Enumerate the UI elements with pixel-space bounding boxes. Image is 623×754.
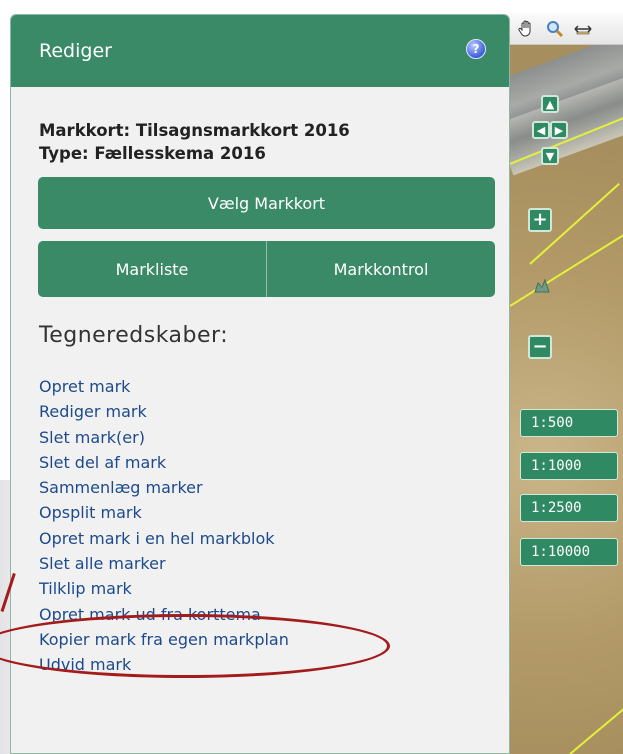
list-control-button-group: Markliste Markkontrol — [38, 241, 495, 297]
scale-button-1000[interactable]: 1:1000 — [520, 452, 618, 480]
zoom-magnifier-icon[interactable] — [544, 18, 566, 40]
tool-rediger-mark[interactable]: Rediger mark — [39, 399, 289, 424]
scale-button-10000[interactable]: 1:10000 — [520, 538, 618, 566]
field-boundary-line — [510, 230, 623, 307]
tool-opsplit-mark[interactable]: Opsplit mark — [39, 500, 289, 525]
zoom-out-button[interactable]: − — [528, 335, 552, 359]
tool-slet-del-af-mark[interactable]: Slet del af mark — [39, 450, 289, 475]
zoom-level-indicator-icon[interactable] — [532, 275, 550, 293]
help-icon[interactable]: ? — [466, 39, 486, 59]
markkort-info: Markkort: Tilsagnsmarkkort 2016 Type: Fæ… — [39, 119, 350, 165]
panel-header: Rediger ? — [11, 15, 509, 87]
select-markkort-button[interactable]: Vælg Markkort — [38, 177, 495, 229]
panel-title: Rediger — [39, 40, 112, 62]
tool-opret-mark-markblok[interactable]: Opret mark i en hel markblok — [39, 526, 289, 551]
measure-icon[interactable] — [572, 18, 594, 40]
tools-heading: Tegneredskaber: — [39, 323, 229, 348]
markkort-label: Markkort: Tilsagnsmarkkort 2016 — [39, 121, 350, 140]
map-view[interactable]: ▲ ◀ ▶ ▼ + − 1:500 1:1000 1:2500 1:10000 — [510, 13, 623, 754]
tool-sammenlaeg-marker[interactable]: Sammenlæg marker — [39, 475, 289, 500]
pan-control: ▲ ◀ ▶ ▼ — [524, 95, 576, 181]
field-boundary-line — [569, 701, 623, 754]
zoom-in-button[interactable]: + — [528, 208, 552, 232]
markkontrol-button[interactable]: Markkontrol — [266, 241, 495, 297]
pan-up-icon[interactable]: ▲ — [541, 95, 559, 113]
markliste-button[interactable]: Markliste — [38, 241, 266, 297]
map-toolbar — [510, 13, 623, 45]
scale-button-2500[interactable]: 1:2500 — [520, 494, 618, 522]
pan-left-icon[interactable]: ◀ — [532, 121, 550, 139]
pan-down-icon[interactable]: ▼ — [541, 147, 559, 165]
type-label: Type: Fællesskema 2016 — [39, 144, 266, 163]
tool-slet-alle-marker[interactable]: Slet alle marker — [39, 551, 289, 576]
tool-opret-mark[interactable]: Opret mark — [39, 374, 289, 399]
tool-slet-marker[interactable]: Slet mark(er) — [39, 425, 289, 450]
pan-right-icon[interactable]: ▶ — [550, 121, 568, 139]
pan-hand-icon[interactable] — [516, 18, 538, 40]
tool-tilklip-mark[interactable]: Tilklip mark — [39, 576, 289, 601]
scale-button-500[interactable]: 1:500 — [520, 409, 618, 437]
